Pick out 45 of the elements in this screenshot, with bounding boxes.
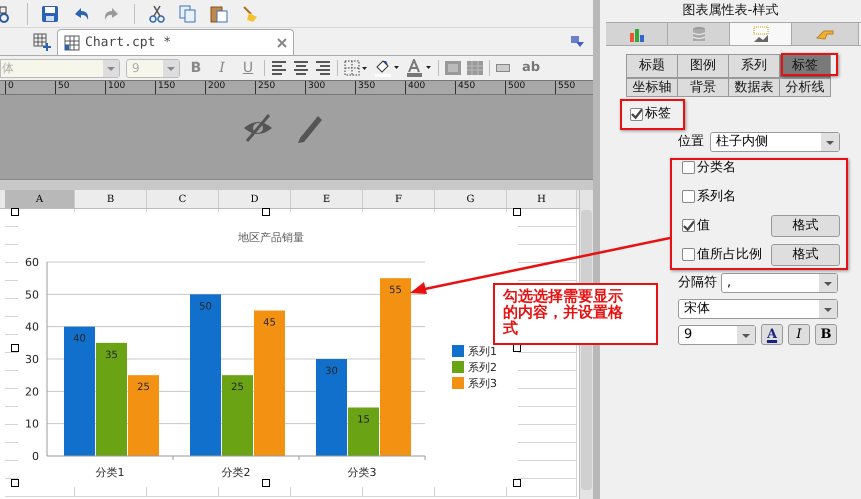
ruler-number: 50 (58, 81, 70, 91)
category-label: 分类1 (96, 466, 124, 479)
y-tick-label: 0 (32, 450, 39, 463)
field-label: 分隔符 (678, 274, 717, 292)
data-label: 50 (199, 301, 212, 312)
data-label: 40 (73, 334, 86, 345)
y-tick-label: 50 (25, 288, 39, 302)
category-label: 分类2 (222, 466, 250, 479)
y-tick-label: 40 (25, 320, 39, 334)
checkbox-label: 系列名 (697, 188, 737, 206)
ruler-number: 250 (258, 81, 276, 91)
checkbox-label: 值所占比例 (697, 246, 763, 264)
ruler-number: 550 (558, 81, 576, 91)
ruler-number: 500 (508, 81, 526, 91)
ruler-number: 100 (108, 81, 126, 91)
ruler-number: 0 (8, 81, 14, 91)
legend-label: 系列3 (468, 377, 497, 390)
panel-title: 图表属性表-样式 (682, 2, 780, 20)
legend-label: 系列1 (468, 345, 497, 358)
y-tick-label: 60 (25, 256, 39, 269)
ruler-number: 300 (308, 81, 326, 91)
data-label: 55 (389, 285, 402, 296)
data-label: 15 (357, 414, 370, 426)
data-label: 35 (105, 350, 118, 361)
y-tick-label: 20 (25, 385, 39, 398)
ruler-number: 350 (358, 81, 376, 91)
checkbox-label: 标签 (645, 105, 671, 124)
checkbox-label: 分类名 (697, 158, 737, 177)
ruler-number: 200 (208, 81, 226, 91)
ruler-number: 150 (158, 81, 176, 91)
y-tick-label: 30 (25, 353, 39, 366)
annotation-text: 勾选选择需要显示的内容，并设置格式 (503, 288, 624, 336)
ruler-number: 450 (458, 81, 476, 91)
tab-label: Chart.cpt * (85, 34, 172, 52)
checkbox-label: 值 (697, 216, 711, 235)
data-label: 25 (231, 382, 244, 394)
data-label: 30 (325, 366, 338, 377)
ruler-number: 400 (408, 81, 426, 91)
category-label: 分类3 (348, 466, 376, 479)
field-label: 位置 (678, 133, 704, 152)
legend-label: 系列2 (468, 361, 497, 374)
data-label: 45 (263, 318, 276, 328)
data-label: 25 (137, 382, 150, 394)
chart-title: 地区产品销量 (238, 231, 304, 244)
y-tick-label: 10 (25, 418, 39, 431)
